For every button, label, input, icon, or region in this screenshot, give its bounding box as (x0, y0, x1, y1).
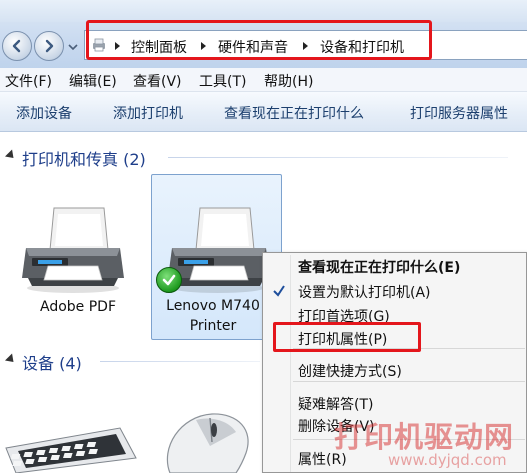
menu-bar: 文件(F) 编辑(E) 查看(V) 工具(T) 帮助(H) (0, 68, 527, 92)
arrow-right-icon (45, 39, 54, 53)
printer-properties-highlight-box (273, 322, 421, 352)
group-divider (100, 361, 260, 362)
print-server-properties-button[interactable]: 打印服务器属性 (410, 103, 508, 123)
menu-edit[interactable]: 编辑(E) (69, 71, 117, 91)
ctx-create-shortcut[interactable]: 创建快捷方式(S) (298, 361, 402, 381)
back-button[interactable] (2, 31, 32, 61)
ctx-set-default-printer[interactable]: 设置为默认打印机(A) (298, 282, 431, 302)
site-watermark: 打印机驱动网 www.dyjqd.com (326, 414, 527, 473)
watermark-url: www.dyjqd.com (388, 451, 507, 469)
group-devices-header[interactable]: 设备 (4) (0, 350, 110, 373)
menu-help[interactable]: 帮助(H) (264, 71, 313, 91)
arrow-left-icon (12, 39, 21, 53)
title-bar-area (0, 0, 527, 22)
checkmark-icon (273, 285, 285, 297)
menu-separator (293, 381, 525, 382)
group-devices-title: 设备 (4) (22, 354, 82, 373)
lenovo-printer-label-line2: Printer (189, 318, 237, 334)
add-device-button[interactable]: 添加设备 (16, 103, 72, 123)
lenovo-printer-label-line1: Lenovo M740 (166, 298, 260, 314)
command-bar: 添加设备 添加打印机 查看现在正在打印什么 打印服务器属性 (0, 92, 527, 132)
context-menu-gutter (290, 255, 291, 472)
group-divider (168, 157, 508, 158)
adobe-pdf-label: Adobe PDF (39, 299, 116, 315)
mouse-device-icon[interactable] (150, 408, 260, 473)
menu-file[interactable]: 文件(F) (5, 71, 52, 91)
menu-view[interactable]: 查看(V) (133, 71, 182, 91)
ctx-troubleshoot[interactable]: 疑难解答(T) (298, 394, 373, 414)
collapse-triangle-icon[interactable] (4, 353, 18, 366)
forward-button[interactable] (34, 31, 64, 61)
group-printers-title: 打印机和传真 (2) (22, 150, 146, 169)
watermark-text: 打印机驱动网 (334, 420, 515, 454)
adobe-pdf-printer-icon[interactable] (18, 200, 128, 296)
default-printer-check-icon (156, 267, 182, 293)
address-highlight-box (86, 20, 432, 60)
see-whats-printing-button[interactable]: 查看现在正在打印什么 (224, 103, 364, 123)
recent-pages-chevron-down-icon[interactable] (67, 41, 79, 53)
add-printer-button[interactable]: 添加打印机 (113, 103, 183, 123)
menu-tools[interactable]: 工具(T) (199, 71, 246, 91)
keyboard-device-icon[interactable] (0, 418, 140, 473)
collapse-triangle-icon[interactable] (4, 149, 18, 162)
ctx-see-whats-printing[interactable]: 查看现在正在打印什么(E) (298, 257, 460, 277)
